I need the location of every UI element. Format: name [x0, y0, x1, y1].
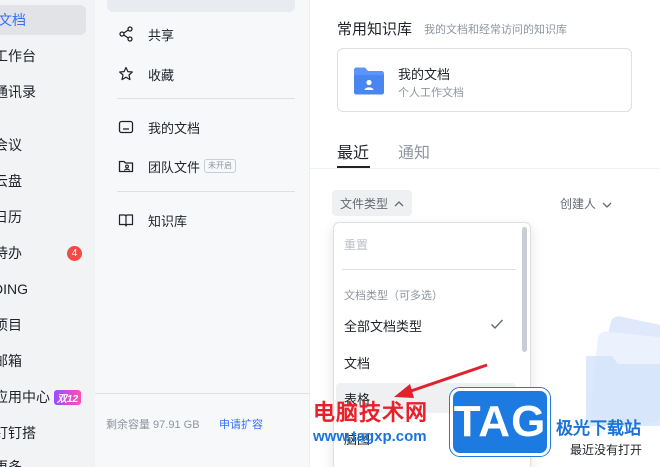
sidebar-item-knowledge-base[interactable]: 知识库: [117, 206, 187, 234]
empty-state-text: 最近没有打开: [570, 443, 643, 457]
reset-button[interactable]: 重置: [344, 236, 368, 253]
storage-remaining: 剩余容量 97.91 GB: [106, 419, 200, 431]
sidebar-divider: [117, 98, 295, 99]
app-nav-label: 云盘: [0, 173, 22, 189]
option-label: 文档: [344, 355, 371, 371]
sidebar-item-home[interactable]: [107, 0, 295, 12]
app-nav: 文档 工作台 通讯录 会议 云盘 日历 待办 4 DING 项目 邮箱: [0, 0, 95, 467]
sidebar-item-label: 我的文档: [148, 120, 201, 136]
app-nav-label: 待办: [0, 245, 22, 261]
app-nav-item-meeting[interactable]: 会议: [0, 130, 90, 160]
request-expansion-link[interactable]: 申请扩容: [219, 416, 263, 432]
sidebar-item-my-docs[interactable]: 我的文档: [117, 113, 200, 141]
sidebar-item-shared[interactable]: 共享: [117, 20, 174, 48]
chevron-up-icon: [394, 196, 404, 210]
app-nav-label: 通讯录: [0, 84, 36, 100]
file-type-filter[interactable]: 文件类型: [332, 190, 413, 216]
app-nav-item-project[interactable]: 项目: [0, 310, 90, 340]
app-nav-label: 项目: [0, 317, 22, 333]
watermark-url: www.tagxp.com: [313, 428, 427, 445]
tab-notifications[interactable]: 通知: [398, 139, 430, 163]
app-nav-label: 工作台: [0, 48, 36, 64]
app-nav-label: 应用中心: [0, 389, 50, 405]
tab-divider: [310, 168, 660, 169]
app-nav-item-todo[interactable]: 待办 4: [0, 238, 90, 268]
option-all-types[interactable]: 全部文档类型: [336, 310, 516, 340]
knowledge-base-icon: [117, 211, 135, 229]
my-docs-icon: [117, 118, 135, 136]
option-label: 全部文档类型: [344, 318, 423, 334]
sidebar-item-label: 团队文件: [148, 159, 201, 175]
watermark-tag-logo: TAG: [450, 388, 550, 456]
app-nav-item-contacts[interactable]: 通讯录: [0, 77, 90, 107]
watermark-site-name: 电脑技术网: [313, 400, 429, 425]
chevron-down-icon: [602, 197, 612, 211]
dropdown-scrollbar[interactable]: [522, 227, 527, 352]
creator-label: 创建人: [560, 197, 597, 211]
app-nav-label: 会议: [0, 137, 22, 153]
card-title: 我的文档: [398, 67, 451, 82]
star-icon: [117, 65, 135, 83]
app-nav-item-workbench[interactable]: 工作台: [0, 41, 90, 71]
app-nav-item-mail[interactable]: 邮箱: [0, 346, 90, 376]
not-enabled-tag: 未开启: [204, 159, 237, 173]
app-nav-label: 日历: [0, 209, 22, 225]
app-nav-label: 文档: [0, 12, 26, 28]
app-nav-item-app-center[interactable]: 应用中心 双12: [0, 382, 90, 412]
docs-sidebar: 共享 收藏 我的文档 团队文件 未开启 知识库 剩余容量 97.91 GB 申请…: [95, 0, 310, 467]
sidebar-item-label: 知识库: [148, 213, 188, 229]
share-icon: [117, 25, 135, 43]
app-nav-label: 邮箱: [0, 353, 22, 369]
promo-badge: 双12: [54, 389, 82, 405]
sidebar-item-label: 共享: [148, 27, 175, 43]
app-window: 文档 工作台 通讯录 会议 云盘 日历 待办 4 DING 项目 邮箱: [0, 0, 660, 467]
app-nav-item-docs[interactable]: 文档: [0, 5, 86, 35]
sidebar-item-favorites[interactable]: 收藏: [117, 60, 174, 88]
section-subtitle: 我的文档和经常访问的知识库: [424, 24, 567, 36]
watermark-site-right: 极光下载站: [556, 419, 641, 438]
folder-icon: [353, 66, 385, 101]
sidebar-item-label: 收藏: [148, 67, 175, 83]
app-nav-label: 更多: [0, 459, 22, 467]
sidebar-item-team-files[interactable]: 团队文件 未开启: [117, 152, 237, 180]
app-nav-item-ding[interactable]: DING: [0, 274, 90, 304]
app-nav-label: 钉钉搭: [0, 425, 36, 441]
app-nav-item-calendar[interactable]: 日历: [0, 202, 90, 232]
app-nav-item-dingda[interactable]: 钉钉搭: [0, 418, 90, 448]
checkmark-icon: [490, 318, 504, 333]
filter-label: 文件类型: [340, 196, 389, 211]
sidebar-divider: [117, 191, 295, 192]
option-document[interactable]: 文档: [336, 347, 516, 377]
section-title: 常用知识库: [337, 21, 413, 38]
dropdown-divider: [342, 269, 516, 270]
sidebar-footer-divider: [95, 393, 309, 394]
dropdown-group-label: 文档类型（可多选）: [344, 290, 443, 302]
app-nav-item-drive[interactable]: 云盘: [0, 166, 90, 196]
knowledge-base-card[interactable]: 我的文档 个人工作文档: [337, 48, 632, 112]
app-nav-label: DING: [0, 281, 28, 297]
card-subtitle: 个人工作文档: [398, 87, 464, 99]
tab-recent[interactable]: 最近: [337, 139, 369, 163]
team-files-icon: [117, 157, 135, 175]
todo-count-badge: 4: [67, 245, 82, 261]
creator-filter[interactable]: 创建人: [560, 195, 612, 212]
app-nav-item-more[interactable]: 更多: [0, 452, 90, 467]
